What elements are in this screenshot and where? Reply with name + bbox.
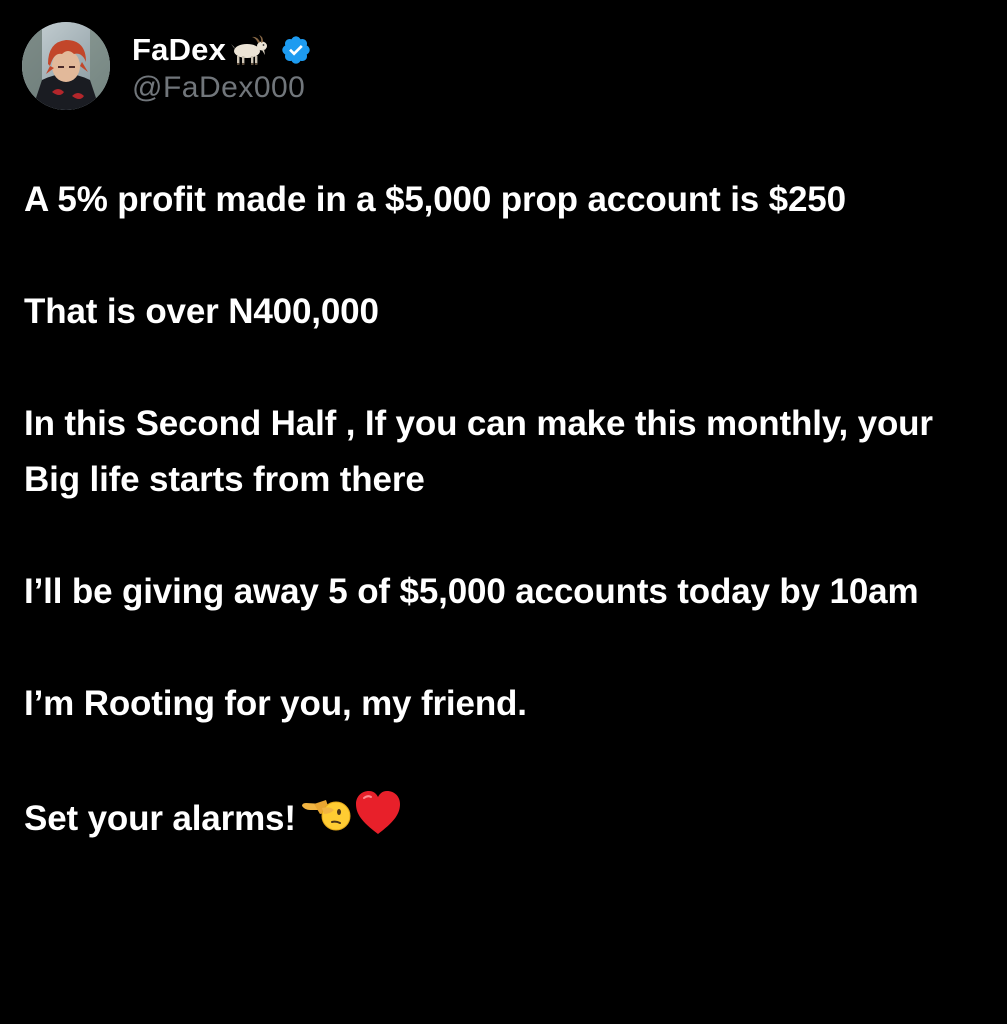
pointing-face-icon (300, 788, 352, 838)
name-row: FaDex (132, 29, 312, 71)
tweet-header: FaDex @FaDex000 (22, 22, 312, 110)
tweet-body: A 5% profit made in a $5,000 prop accoun… (24, 172, 989, 847)
author-info: FaDex @FaDex000 (132, 29, 312, 104)
goat-icon (228, 34, 270, 65)
display-name[interactable]: FaDex (132, 34, 226, 65)
avatar[interactable] (22, 22, 110, 110)
closing-emojis (300, 788, 404, 838)
tweet: FaDex @FaDex000 A 5% profit made in a $5… (0, 0, 1007, 1024)
tweet-paragraph: A 5% profit made in a $5,000 prop accoun… (24, 180, 846, 219)
closing-text: Set your alarms! (24, 799, 296, 838)
tweet-paragraph: I’m Rooting for you, my friend. (24, 684, 527, 723)
avatar-image (22, 22, 110, 110)
red-heart-icon (352, 788, 404, 838)
author-handle[interactable]: @FaDex000 (132, 71, 312, 104)
tweet-paragraph: That is over N400,000 (24, 292, 379, 331)
verified-badge-icon[interactable] (280, 34, 312, 66)
tweet-paragraph: I’ll be giving away 5 of $5,000 accounts… (24, 572, 919, 611)
tweet-closing-paragraph: Set your alarms! (24, 788, 989, 847)
tweet-paragraph: In this Second Half , If you can make th… (24, 404, 933, 499)
